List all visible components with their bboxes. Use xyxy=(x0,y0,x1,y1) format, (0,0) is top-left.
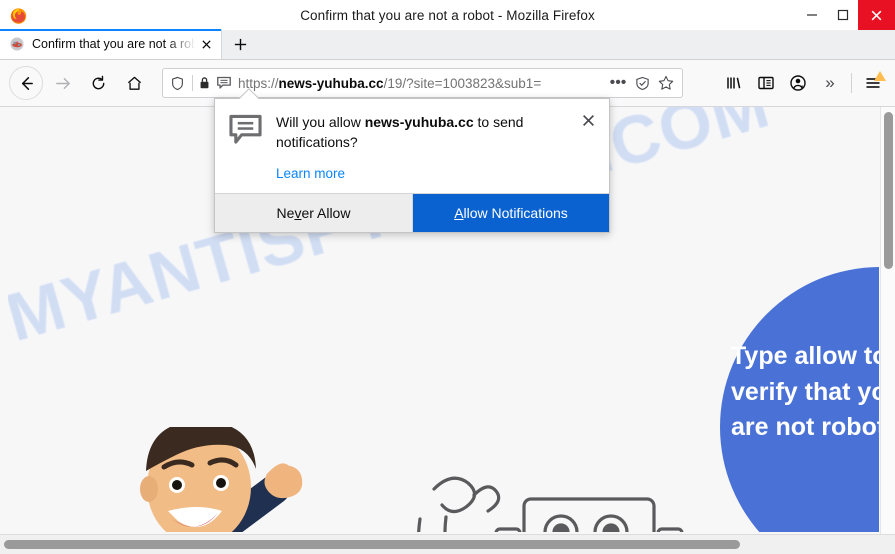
urlbar-divider xyxy=(192,75,193,91)
cartoon-man-waving-illustration: I'm not a Robot xyxy=(140,427,303,532)
firefox-account-icon[interactable] xyxy=(782,67,814,99)
tab-strip: Confirm that you are not a robot xyxy=(0,29,895,60)
padlock-icon[interactable] xyxy=(198,76,211,90)
url-address-bar[interactable]: https://news-yuhuba.cc/19/?site=1003823&… xyxy=(162,68,683,98)
tab-close-icon[interactable] xyxy=(197,35,215,53)
url-prefix: https:// xyxy=(238,75,279,91)
hamburger-menu-icon[interactable] xyxy=(857,67,889,99)
new-tab-button[interactable] xyxy=(222,29,258,59)
vertical-scrollbar[interactable] xyxy=(880,107,895,534)
allow-suffix: llow Notifications xyxy=(463,204,568,221)
close-window-button[interactable] xyxy=(858,0,895,30)
window-title: Confirm that you are not a robot - Mozil… xyxy=(300,7,595,23)
update-warning-badge-icon xyxy=(874,71,886,81)
library-icon[interactable] xyxy=(718,67,750,99)
never-allow-accesskey: v xyxy=(294,204,302,221)
url-host: news-yuhuba.cc xyxy=(278,75,384,91)
instruction-line-3: are not robot xyxy=(731,413,879,441)
minimize-button[interactable] xyxy=(796,0,827,30)
maximize-button[interactable] xyxy=(827,0,858,30)
url-path: /19/?site=1003823&sub1= xyxy=(383,75,542,91)
vertical-scrollbar-thumb[interactable] xyxy=(884,112,893,269)
allow-notifications-button[interactable]: Allow Notifications xyxy=(413,193,609,232)
verification-instruction-text: Type allow to verify that you are not ro… xyxy=(731,339,879,446)
window-controls xyxy=(796,0,895,30)
popup-action-buttons: Ne v er Allow Allow Notifications xyxy=(215,192,609,232)
instruction-line-2: verify that you xyxy=(731,377,879,406)
home-button[interactable] xyxy=(117,66,151,100)
learn-more-link[interactable]: Learn more xyxy=(276,166,345,181)
toolbar-divider xyxy=(851,73,852,93)
overflow-label: » xyxy=(825,73,835,92)
popup-message-domain: news-yuhuba.cc xyxy=(364,114,474,130)
popup-body: Will you allow news-yuhuba.cc to send no… xyxy=(215,99,609,193)
window-title-bar: Confirm that you are not a robot - Mozil… xyxy=(0,0,895,30)
site-favicon-icon xyxy=(9,36,25,52)
site-notification-permission-icon[interactable] xyxy=(216,75,232,91)
horizontal-scrollbar[interactable] xyxy=(0,534,895,554)
instruction-line-1: Type allow to xyxy=(731,342,879,370)
url-text[interactable]: https://news-yuhuba.cc/19/?site=1003823&… xyxy=(232,76,606,91)
never-allow-button[interactable]: Ne v er Allow xyxy=(215,193,413,232)
never-allow-prefix: Ne xyxy=(276,204,295,221)
sidebar-icon[interactable] xyxy=(750,67,782,99)
popup-message-prefix: Will you allow xyxy=(276,114,365,130)
browser-tab-active[interactable]: Confirm that you are not a robot xyxy=(0,29,222,59)
tab-title: Confirm that you are not a robot xyxy=(32,37,197,51)
reader-mode-icon[interactable] xyxy=(630,71,654,95)
tracking-protection-shield-icon[interactable] xyxy=(163,76,187,91)
firefox-logo-icon xyxy=(3,0,33,30)
notification-permission-popup: Will you allow news-yuhuba.cc to send no… xyxy=(214,88,610,233)
speech-bubble-notification-icon xyxy=(229,112,263,183)
toolbar-right-icons: » xyxy=(718,67,895,99)
popup-close-icon[interactable] xyxy=(579,111,597,129)
back-button[interactable] xyxy=(9,66,43,100)
page-actions-button[interactable]: ••• xyxy=(606,71,630,95)
popup-message: Will you allow news-yuhuba.cc to send no… xyxy=(276,112,572,153)
reload-button[interactable] xyxy=(81,66,115,100)
popup-message-block: Will you allow news-yuhuba.cc to send no… xyxy=(276,112,596,183)
forward-button xyxy=(45,66,79,100)
horizontal-scrollbar-thumb[interactable] xyxy=(4,540,740,549)
allow-accesskey: A xyxy=(454,204,464,221)
sketched-robot-illustration xyxy=(417,476,684,532)
bookmark-star-icon[interactable] xyxy=(654,71,678,95)
overflow-chevron-icon[interactable]: » xyxy=(814,67,846,99)
firefox-browser-window: Confirm that you are not a robot - Mozil… xyxy=(0,0,895,554)
never-allow-suffix: er Allow xyxy=(301,204,351,221)
